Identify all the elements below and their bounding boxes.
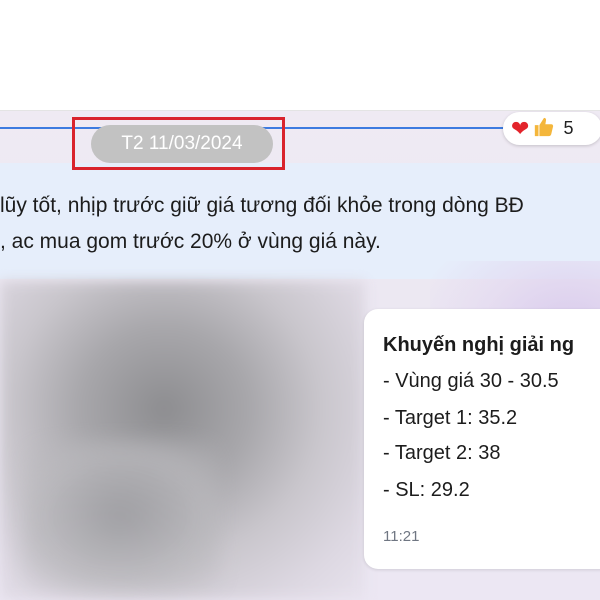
heart-icon: ❤ [511,115,530,141]
message-timestamp: 11:21 [383,528,420,545]
message-line-1: lũy tốt, nhịp trước giữ giá tương đối kh… [0,194,524,217]
recommendation-item: - Target 2: 38 [383,442,501,464]
blurred-image-shade [20,441,220,591]
recommendation-item: - Target 1: 35.2 [383,407,518,429]
reactions-badge[interactable]: ❤ 5 [503,112,600,145]
thumbs-up-icon [533,116,555,142]
highlight-box [72,117,285,170]
message-line-2: , ac mua gom trước 20% ở vùng giá này. [0,230,381,253]
reaction-count: 5 [563,118,574,138]
recommendation-title: Khuyến nghị giải ng [383,334,575,356]
chat-area[interactable]: lũy tốt, nhịp trước giữ giá tương đối kh… [0,111,600,600]
recommendation-item: - Vùng giá 30 - 30.5 [383,370,559,392]
top-blank-area [0,0,600,110]
recommendation-item: - SL: 29.2 [383,479,470,501]
recommendation-message[interactable]: Khuyến nghị giải ng - Vùng giá 30 - 30.5… [364,309,600,569]
